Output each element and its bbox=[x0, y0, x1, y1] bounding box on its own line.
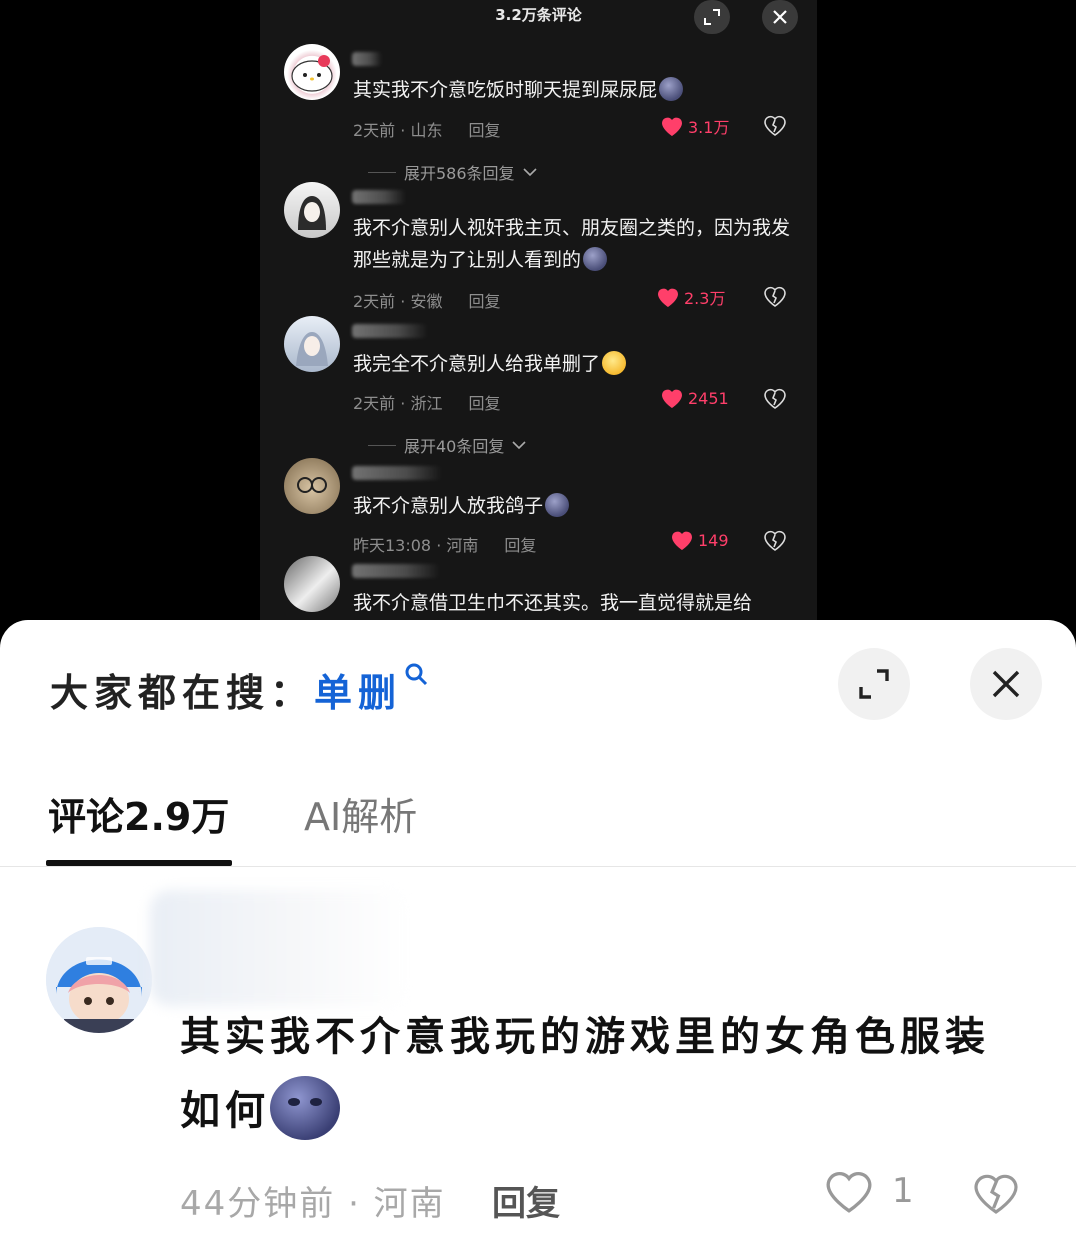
girl-avatar-icon bbox=[298, 196, 326, 230]
moon-emoji-icon bbox=[270, 1076, 340, 1140]
comment-meta: 2天前 · 浙江 回复 bbox=[353, 390, 500, 414]
avatar[interactable] bbox=[284, 556, 340, 612]
expand-replies-label: 展开586条回复 bbox=[404, 164, 515, 183]
video-comments-screenshot: 3.2万条评论 其实我不介意吃饭时聊天提到屎尿屁 2天前 · 山东 回复 3.1万… bbox=[260, 0, 817, 640]
hello-kitty-avatar-icon bbox=[291, 55, 333, 92]
cat-with-glasses-avatar-icon bbox=[297, 477, 327, 493]
reply-button[interactable]: 回复 bbox=[468, 292, 500, 311]
avatar[interactable] bbox=[284, 44, 340, 100]
username-blurred bbox=[150, 890, 410, 1006]
anime-avatar-icon bbox=[296, 332, 328, 366]
heart-filled-icon bbox=[658, 288, 678, 307]
helmet-girl-avatar-icon bbox=[46, 927, 152, 1033]
tab-ai-analysis[interactable]: AI解析 bbox=[304, 786, 417, 841]
avatar[interactable] bbox=[284, 458, 340, 514]
comment-text-value: 我不介意别人放我鸽子 bbox=[353, 495, 544, 517]
comment-sheet: 大家都在搜：单删 评论2.9万 AI解析 其实我不介意我玩的游戏里的女角色服装如… bbox=[0, 620, 1076, 1256]
comment-meta: 2天前 · 山东 回复 bbox=[353, 117, 500, 141]
comment-text-value: 我不介意别人视奸我主页、朋友圈之类的，因为我发那些就是为了让别人看到的 bbox=[353, 217, 791, 271]
expand-line bbox=[368, 444, 396, 446]
heart-filled-icon bbox=[672, 531, 692, 550]
dislike-button[interactable] bbox=[972, 1170, 1020, 1216]
like-button[interactable]: 1 bbox=[824, 1168, 914, 1214]
reply-button[interactable]: 回复 bbox=[492, 1176, 560, 1225]
reply-button[interactable]: 回复 bbox=[468, 121, 500, 140]
comment-time: 44分钟前 · 河南 bbox=[180, 1184, 446, 1224]
comment-text-value: 其实我不介意吃饭时聊天提到屎尿屁 bbox=[353, 79, 658, 101]
username-blurred bbox=[352, 564, 440, 578]
dislike-button[interactable] bbox=[763, 387, 787, 411]
like-count: 2.3万 bbox=[684, 289, 726, 308]
comment-text: 我完全不介意别人给我单删了 bbox=[353, 348, 797, 380]
expand-line bbox=[368, 171, 396, 173]
like-button[interactable]: 3.1万 bbox=[660, 114, 729, 138]
reply-button[interactable]: 回复 bbox=[504, 536, 536, 555]
video-close-button[interactable] bbox=[762, 0, 798, 34]
reply-button[interactable]: 回复 bbox=[468, 394, 500, 413]
heart-outline-icon bbox=[826, 1171, 872, 1213]
avatar[interactable] bbox=[46, 927, 152, 1033]
avatar[interactable] bbox=[284, 316, 340, 372]
like-button[interactable]: 149 bbox=[670, 529, 729, 551]
moon-emoji-icon bbox=[583, 247, 608, 271]
comment-time: 2天前 · 浙江 bbox=[353, 394, 443, 413]
comment-time: 昨天13:08 · 河南 bbox=[353, 536, 479, 555]
trending-search-label: 大家都在搜： bbox=[50, 671, 315, 715]
close-icon bbox=[992, 670, 1020, 698]
tab-divider bbox=[0, 866, 1076, 867]
close-icon bbox=[773, 10, 787, 24]
video-comments-title: 3.2万条评论 bbox=[495, 6, 582, 24]
comment-text: 其实我不介意我玩的游戏里的女角色服装如何 bbox=[180, 1000, 1010, 1148]
comment-text: 其实我不介意吃饭时聊天提到屎尿屁 bbox=[353, 74, 797, 106]
expand-replies-button[interactable]: 展开586条回复 bbox=[368, 160, 537, 184]
like-count: 1 bbox=[892, 1171, 914, 1211]
trending-search[interactable]: 大家都在搜：单删 bbox=[50, 662, 430, 717]
dislike-button[interactable] bbox=[763, 285, 787, 309]
dislike-button[interactable] bbox=[763, 529, 787, 553]
dislike-button[interactable] bbox=[763, 114, 787, 138]
like-count: 3.1万 bbox=[688, 118, 730, 137]
worried-face-emoji-icon bbox=[602, 351, 627, 375]
avatar[interactable] bbox=[284, 182, 340, 238]
comment-text: 我不介意别人放我鸽子 bbox=[353, 490, 797, 522]
like-button[interactable]: 2451 bbox=[660, 387, 729, 409]
comment-time: 2天前 · 山东 bbox=[353, 121, 443, 140]
tab-comments[interactable]: 评论2.9万 bbox=[48, 786, 229, 841]
expand-icon bbox=[859, 669, 889, 699]
username-blurred bbox=[352, 324, 428, 338]
moon-emoji-icon bbox=[659, 77, 684, 101]
like-count: 2451 bbox=[688, 388, 729, 408]
close-button[interactable] bbox=[970, 648, 1042, 720]
expand-replies-button[interactable]: 展开40条回复 bbox=[368, 433, 526, 457]
comment-text-value: 我完全不介意别人给我单删了 bbox=[353, 353, 601, 375]
expand-button[interactable] bbox=[838, 648, 910, 720]
search-icon bbox=[405, 663, 428, 686]
username-blurred bbox=[352, 52, 382, 66]
heart-filled-icon bbox=[662, 117, 682, 136]
chevron-down-icon bbox=[512, 441, 526, 450]
comment-meta: 2天前 · 安徽 回复 bbox=[353, 288, 500, 312]
comment-text: 我不介意借卫生巾不还其实。我一直觉得就是给 bbox=[353, 592, 753, 614]
chevron-down-icon bbox=[522, 168, 537, 177]
expand-icon bbox=[704, 9, 720, 25]
trending-search-term[interactable]: 单删 bbox=[314, 671, 402, 715]
comment-text: 我不介意别人视奸我主页、朋友圈之类的，因为我发那些就是为了让别人看到的 bbox=[353, 212, 797, 276]
heart-filled-icon bbox=[662, 389, 682, 408]
comment-meta: 昨天13:08 · 河南 回复 bbox=[353, 532, 536, 556]
video-expand-button[interactable] bbox=[694, 0, 730, 34]
moon-emoji-icon bbox=[545, 493, 570, 517]
like-button[interactable]: 2.3万 bbox=[656, 285, 725, 309]
like-count: 149 bbox=[698, 530, 729, 550]
comment-time: 2天前 · 安徽 bbox=[353, 292, 443, 311]
expand-replies-label: 展开40条回复 bbox=[404, 437, 505, 456]
username-blurred bbox=[352, 190, 406, 204]
username-blurred bbox=[352, 466, 442, 480]
